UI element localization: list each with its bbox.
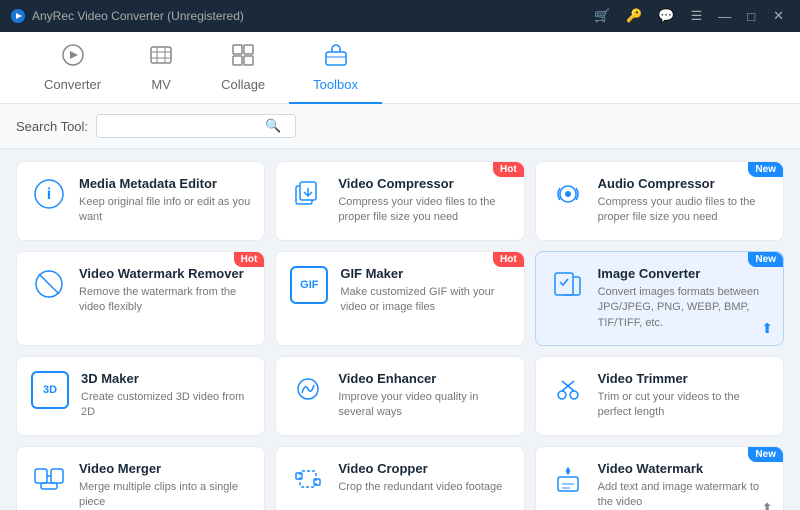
3d-maker-icon: 3D xyxy=(31,371,69,409)
video-merger-title: Video Merger xyxy=(79,461,250,476)
cart-icon[interactable]: 🛒 xyxy=(590,6,614,26)
gif-maker-icon: GIF xyxy=(290,266,328,304)
gif-maker-desc: Make customized GIF with your video or i… xyxy=(340,285,509,316)
titlebar-title: AnyRec Video Converter (Unregistered) xyxy=(32,9,590,23)
tab-mv[interactable]: MV xyxy=(125,33,197,104)
video-cropper-title: Video Cropper xyxy=(338,461,509,476)
tab-toolbox-label: Toolbox xyxy=(313,77,358,92)
tool-card-video-watermark[interactable]: NewVideo Watermark Add text and image wat… xyxy=(535,446,784,510)
audio-compressor-desc: Compress your audio files to the proper … xyxy=(598,195,769,226)
titlebar: AnyRec Video Converter (Unregistered) 🛒 … xyxy=(0,0,800,32)
tab-collage[interactable]: Collage xyxy=(197,33,289,104)
video-enhancer-desc: Improve your video quality in several wa… xyxy=(338,390,509,421)
video-trimmer-icon xyxy=(550,371,586,407)
badge-video-watermark-remover: Hot xyxy=(234,252,265,267)
video-enhancer-title: Video Enhancer xyxy=(338,371,509,386)
tool-card-video-watermark-remover[interactable]: HotVideo Watermark Remover Remove the wat… xyxy=(16,251,265,346)
video-watermark-remover-title: Video Watermark Remover xyxy=(79,266,250,281)
tool-card-video-cropper[interactable]: Video Cropper Crop the redundant video fo… xyxy=(275,446,524,510)
search-input[interactable] xyxy=(105,119,265,133)
tool-card-video-enhancer[interactable]: Video Enhancer Improve your video quality… xyxy=(275,356,524,436)
badge-image-converter: New xyxy=(748,252,783,267)
tools-grid: i Media Metadata Editor Keep original file… xyxy=(0,149,800,510)
search-input-wrap[interactable]: 🔍 xyxy=(96,114,296,138)
tab-converter-label: Converter xyxy=(44,77,101,92)
media-metadata-editor-icon: i xyxy=(31,176,67,212)
badge-audio-compressor: New xyxy=(748,162,783,177)
tab-toolbox[interactable]: Toolbox xyxy=(289,33,382,104)
video-trimmer-desc: Trim or cut your videos to the perfect l… xyxy=(598,390,769,421)
video-compressor-title: Video Compressor xyxy=(338,176,509,191)
converter-icon xyxy=(61,43,85,73)
video-compressor-desc: Compress your video files to the proper … xyxy=(338,195,509,226)
close-icon[interactable]: ✕ xyxy=(767,6,790,26)
video-compressor-icon xyxy=(290,176,326,212)
tool-card-video-merger[interactable]: Video Merger Merge multiple clips into a … xyxy=(16,446,265,510)
video-merger-body: Video Merger Merge multiple clips into a … xyxy=(79,461,250,510)
key-icon[interactable]: 🔑 xyxy=(622,6,646,26)
video-compressor-body: Video Compressor Compress your video file… xyxy=(338,176,509,226)
video-watermark-body: Video Watermark Add text and image waterm… xyxy=(598,461,769,510)
3d-maker-desc: Create customized 3D video from 2D xyxy=(81,390,250,421)
video-watermark-icon xyxy=(550,461,586,497)
video-watermark-remover-desc: Remove the watermark from the video flex… xyxy=(79,285,250,316)
nav-tabs: Converter MV Collage Toolbox xyxy=(0,32,800,104)
3d-maker-title: 3D Maker xyxy=(81,371,250,386)
scroll-up-icon[interactable]: ⬆ xyxy=(761,320,773,337)
tab-converter[interactable]: Converter xyxy=(20,33,125,104)
video-watermark-remover-body: Video Watermark Remover Remove the waterm… xyxy=(79,266,250,316)
video-enhancer-body: Video Enhancer Improve your video quality… xyxy=(338,371,509,421)
tool-card-image-converter[interactable]: NewImage Converter Convert images formats… xyxy=(535,251,784,346)
audio-compressor-icon xyxy=(550,176,586,212)
tool-card-media-metadata-editor[interactable]: i Media Metadata Editor Keep original file… xyxy=(16,161,265,241)
badge-video-compressor: Hot xyxy=(493,162,524,177)
video-watermark-title: Video Watermark xyxy=(598,461,769,476)
audio-compressor-body: Audio Compressor Compress your audio file… xyxy=(598,176,769,226)
video-trimmer-title: Video Trimmer xyxy=(598,371,769,386)
svg-text:i: i xyxy=(47,186,51,203)
search-bar: Search Tool: 🔍 xyxy=(0,104,800,149)
chat-icon[interactable]: 💬 xyxy=(654,6,678,26)
video-merger-desc: Merge multiple clips into a single piece xyxy=(79,480,250,510)
app-logo xyxy=(10,8,26,24)
tab-mv-label: MV xyxy=(151,77,171,92)
image-converter-icon xyxy=(550,266,586,302)
mv-icon xyxy=(149,43,173,73)
media-metadata-editor-body: Media Metadata Editor Keep original file … xyxy=(79,176,250,226)
video-watermark-remover-icon xyxy=(31,266,67,302)
3d-maker-body: 3D Maker Create customized 3D video from … xyxy=(81,371,250,421)
tool-card-3d-maker[interactable]: 3D 3D Maker Create customized 3D video fro… xyxy=(16,356,265,436)
badge-gif-maker: Hot xyxy=(493,252,524,267)
video-cropper-body: Video Cropper Crop the redundant video fo… xyxy=(338,461,509,495)
image-converter-body: Image Converter Convert images formats be… xyxy=(598,266,769,331)
video-merger-icon xyxy=(31,461,67,497)
tool-card-video-compressor[interactable]: HotVideo Compressor Compress your video f… xyxy=(275,161,524,241)
video-cropper-desc: Crop the redundant video footage xyxy=(338,480,509,495)
media-metadata-editor-title: Media Metadata Editor xyxy=(79,176,250,191)
gif-maker-title: GIF Maker xyxy=(340,266,509,281)
gif-maker-body: GIF Maker Make customized GIF with your v… xyxy=(340,266,509,316)
minimize-icon[interactable]: — xyxy=(714,7,735,26)
search-label: Search Tool: xyxy=(16,119,88,134)
tool-card-gif-maker[interactable]: Hot GIF GIF Maker Make customized GIF with … xyxy=(275,251,524,346)
image-converter-title: Image Converter xyxy=(598,266,769,281)
video-watermark-desc: Add text and image watermark to the vide… xyxy=(598,480,769,510)
audio-compressor-title: Audio Compressor xyxy=(598,176,769,191)
titlebar-controls: 🛒 🔑 💬 ☰ — □ ✕ xyxy=(590,6,790,26)
maximize-icon[interactable]: □ xyxy=(743,7,759,26)
collage-icon xyxy=(231,43,255,73)
tool-card-video-trimmer[interactable]: Video Trimmer Trim or cut your videos to … xyxy=(535,356,784,436)
badge-video-watermark: New xyxy=(748,447,783,462)
image-converter-desc: Convert images formats between JPG/JPEG,… xyxy=(598,285,769,331)
menu-icon[interactable]: ☰ xyxy=(687,6,707,26)
search-icon: 🔍 xyxy=(265,118,281,134)
tool-card-audio-compressor[interactable]: NewAudio Compressor Compress your audio f… xyxy=(535,161,784,241)
tab-collage-label: Collage xyxy=(221,77,265,92)
toolbox-icon xyxy=(324,43,348,73)
video-enhancer-icon xyxy=(290,371,326,407)
video-cropper-icon xyxy=(290,461,326,497)
video-trimmer-body: Video Trimmer Trim or cut your videos to … xyxy=(598,371,769,421)
media-metadata-editor-desc: Keep original file info or edit as you w… xyxy=(79,195,250,226)
